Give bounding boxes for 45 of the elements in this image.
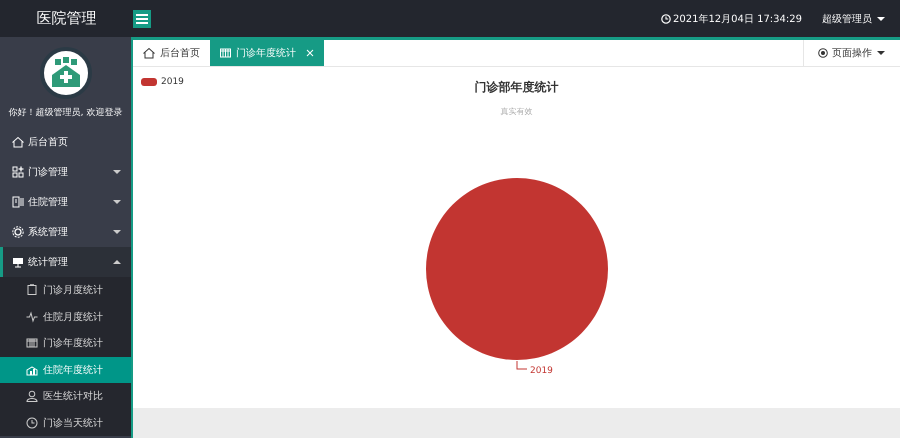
menu-button[interactable] [133,10,151,28]
table-icon [26,337,38,350]
nav-item[interactable]: 统计管理 [0,247,131,277]
caret-icon [112,199,122,205]
app-title: 医院管理 [36,9,98,28]
gear-icon [12,226,24,238]
menu-icon [136,14,148,24]
grid-icon [12,166,24,178]
monitor-icon [12,256,24,268]
person-icon [26,390,38,402]
leader-line [516,360,527,370]
tab[interactable]: 后台首页 [133,40,210,66]
clock-icon [26,416,38,429]
submenu-item[interactable]: 门诊当天统计 [0,410,131,436]
nav-item[interactable]: 住院管理 [0,187,131,217]
clock-icon [661,14,671,24]
clipboard-icon [26,284,38,296]
pulse-icon [26,310,38,323]
caret-icon [876,16,886,22]
submenu-item[interactable]: 医生统计对比 [0,383,131,410]
submenu-item[interactable]: 住院年度统计 [0,356,131,383]
slice-label: 2019 [530,366,552,376]
chart-title: 门诊部年度统计 [474,79,558,96]
building-icon [12,196,24,208]
home-icon [12,136,24,148]
submenu-item[interactable]: 门诊月度统计 [0,277,131,304]
nav-item[interactable]: 后台首页 [0,127,131,157]
table-icon [220,48,231,58]
caret-icon [876,50,886,56]
caret-up-icon [112,259,122,265]
hospital-logo-icon [40,47,92,99]
chart-house-icon [26,364,38,376]
chart-subtitle: 真实有效 [500,106,532,117]
radio-icon [818,48,828,58]
greeting-text: 你好！超级管理员, 欢迎登录 [8,106,124,119]
submenu-item[interactable]: 住院月度统计 [0,304,131,330]
nav-item[interactable]: 系统管理 [0,217,131,247]
user-menu[interactable]: 超级管理员 [822,12,886,26]
nav-item[interactable]: 门诊管理 [0,157,131,187]
caret-icon [112,169,122,175]
caret-icon [112,229,122,235]
submenu-item[interactable]: 门诊年度统计 [0,330,131,356]
home-icon [143,47,155,59]
legend-item[interactable]: 2019 [141,77,184,87]
date-time: 2021年12月04日 17:34:29 [673,12,802,26]
